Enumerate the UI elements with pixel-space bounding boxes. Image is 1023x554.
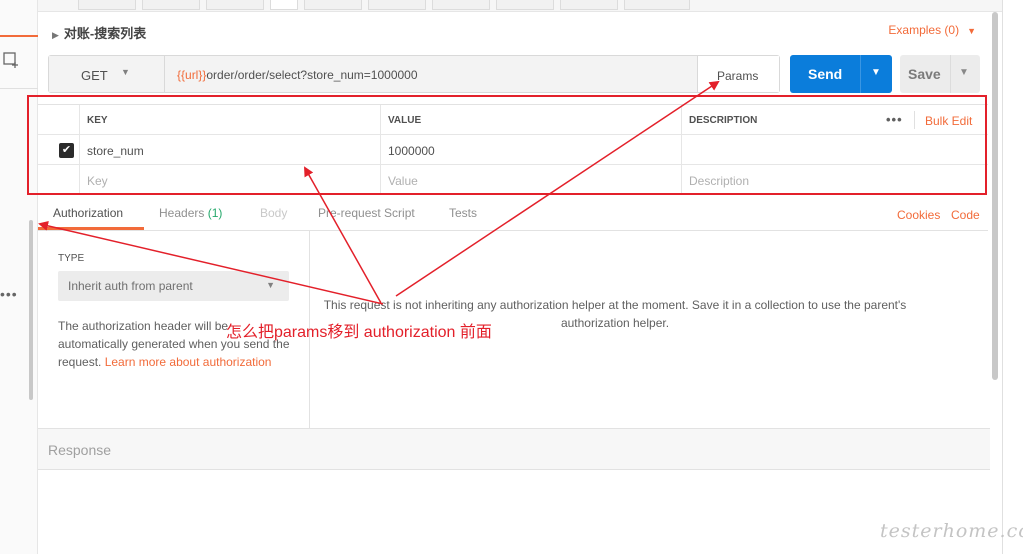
chevron-down-icon[interactable]: ▼ (959, 67, 969, 78)
request-tab[interactable] (560, 0, 618, 10)
examples-dropdown[interactable]: Examples (0) ▼ (888, 23, 976, 37)
new-folder-icon[interactable] (2, 50, 20, 68)
watermark: testerhome.com (880, 520, 1023, 542)
table-row-new: Key Value Description (38, 165, 988, 195)
send-split-divider (860, 55, 861, 93)
tab-headers[interactable]: Headers (1) (159, 206, 222, 220)
response-label: Response (48, 442, 112, 458)
more-icon[interactable]: ••• (0, 286, 18, 302)
request-tab-strip (38, 0, 1002, 12)
window-edge (1002, 0, 1023, 554)
url-input[interactable]: {{url}}order/order/select?store_num=1000… (177, 68, 418, 82)
url-bar: GET ▼ {{url}}order/order/select?store_num… (48, 55, 780, 93)
param-value[interactable]: 1000000 (380, 135, 681, 165)
chevron-down-icon: ▼ (121, 67, 130, 77)
request-panel: ▶ 对账-搜索列表 Examples (0) ▼ GET ▼ {{url}}order… (27, 12, 1002, 554)
key-column-header: KEY (79, 105, 380, 135)
request-tab[interactable] (206, 0, 264, 10)
row-checkbox[interactable]: ✔ (59, 143, 74, 158)
auth-type-label: TYPE (58, 253, 85, 264)
row-checkbox-cell: ✔ (38, 135, 79, 165)
value-column-header: VALUE (380, 105, 681, 135)
new-key-input[interactable]: Key (79, 165, 380, 195)
request-name[interactable]: ▶ 对账-搜索列表 (52, 23, 146, 42)
request-subtabs: Authorization Headers (1) Body Pre-reque… (38, 198, 988, 231)
request-tab[interactable] (624, 0, 690, 10)
expand-triangle-icon[interactable]: ▶ (52, 30, 59, 40)
new-description-input[interactable]: Description (681, 165, 988, 195)
request-tab[interactable] (304, 0, 362, 10)
checkbox-column-header (38, 105, 79, 135)
header-divider (914, 111, 915, 129)
chevron-down-icon: ▼ (266, 280, 275, 290)
bulk-edit-link[interactable]: Bulk Edit (925, 114, 972, 128)
params-header-row: KEY VALUE DESCRIPTION ••• Bulk Edit (38, 105, 988, 135)
param-key[interactable]: store_num (79, 135, 380, 165)
tab-pre-request-script[interactable]: Pre-request Script (318, 206, 415, 220)
param-description[interactable] (681, 135, 988, 165)
more-options-icon[interactable]: ••• (886, 112, 903, 127)
save-split-divider (950, 55, 951, 93)
annotation-text: 怎么把params移到 authorization 前面 (226, 324, 492, 341)
request-tab-active[interactable] (270, 0, 298, 10)
method-select[interactable]: GET ▼ (49, 56, 165, 92)
sidebar-scrollbar[interactable] (29, 220, 33, 400)
request-tab[interactable] (368, 0, 426, 10)
request-tab[interactable] (496, 0, 554, 10)
cookies-link[interactable]: Cookies (897, 208, 940, 222)
auth-type-select[interactable]: Inherit auth from parent ▼ (58, 271, 289, 301)
main-scrollbar[interactable] (992, 12, 998, 380)
tab-body[interactable]: Body (260, 206, 287, 220)
learn-more-link[interactable]: Learn more about authorization (105, 355, 272, 369)
chevron-down-icon[interactable]: ▼ (871, 67, 881, 78)
send-button[interactable]: Send ▼ (790, 55, 892, 93)
sidebar-divider (0, 88, 38, 89)
code-link[interactable]: Code (951, 208, 980, 222)
tab-tests[interactable]: Tests (449, 206, 477, 220)
sidebar-active-indicator (0, 35, 38, 37)
params-table: KEY VALUE DESCRIPTION ••• Bulk Edit ✔ st… (38, 104, 988, 195)
new-value-input[interactable]: Value (380, 165, 681, 195)
chevron-down-icon: ▼ (967, 26, 976, 36)
sidebar-edge: ••• (0, 0, 38, 554)
save-button[interactable]: Save ▼ (900, 55, 980, 93)
params-button[interactable]: Params (697, 56, 779, 92)
active-tab-indicator (38, 227, 144, 230)
request-tab[interactable] (142, 0, 200, 10)
response-section: Response (38, 428, 990, 470)
request-tab[interactable] (78, 0, 136, 10)
table-row: ✔ store_num 1000000 (38, 135, 988, 165)
tab-authorization[interactable]: Authorization (53, 206, 123, 220)
request-tab[interactable] (432, 0, 490, 10)
row-checkbox-cell (38, 165, 79, 195)
